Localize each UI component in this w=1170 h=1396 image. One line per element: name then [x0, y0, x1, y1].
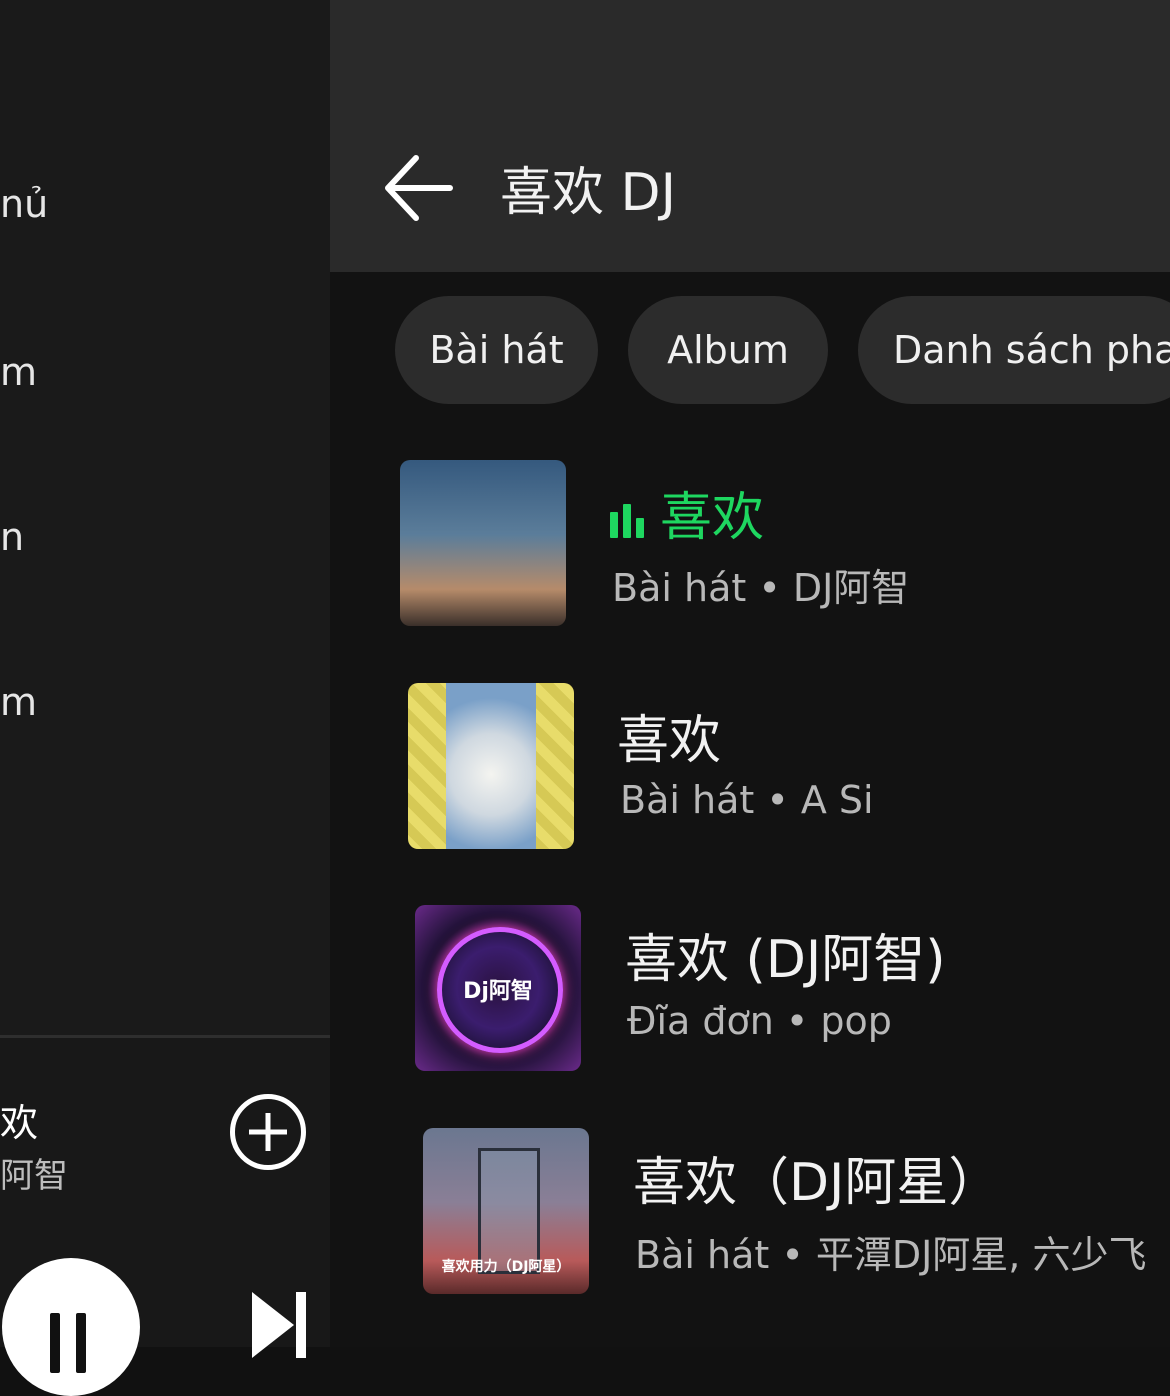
track-title-text: 喜欢 — [660, 488, 765, 548]
track-subtitle: Bài hát • DJ阿智 — [612, 566, 910, 610]
track-title: 喜欢 — [610, 475, 764, 550]
filter-chip-songs[interactable]: Bài hát — [395, 296, 598, 404]
filter-chip-playlists[interactable]: Danh sách pha — [858, 296, 1170, 404]
list-item[interactable]: 喜欢 Bài hát • DJ阿智 — [0, 460, 1170, 640]
track-title: 喜欢 — [617, 711, 722, 771]
sidebar-item-home[interactable]: nủ — [0, 182, 48, 226]
filter-chip-album[interactable]: Album — [628, 296, 828, 404]
page-title: 喜欢 DJ — [500, 163, 676, 223]
header-bar — [330, 0, 1170, 272]
list-item[interactable]: 喜欢用力（DJ阿星） 喜欢（DJ阿星） Bài hát • 平潭DJ阿星, 六少… — [0, 1128, 1170, 1308]
album-cover: Dj阿智 — [415, 905, 581, 1071]
track-subtitle: Đĩa đơn • pop — [627, 999, 892, 1043]
track-subtitle: Bài hát • A Si — [620, 778, 874, 822]
track-title: 喜欢（DJ阿星） — [633, 1153, 1001, 1213]
track-title: 喜欢 (DJ阿智) — [625, 930, 946, 990]
cover-label: 喜欢用力（DJ阿星） — [441, 1259, 571, 1275]
arrow-left-icon[interactable] — [380, 150, 456, 226]
album-cover — [400, 460, 566, 626]
track-subtitle: Bài hát • 平潭DJ阿星, 六少飞 — [635, 1233, 1147, 1277]
sidebar-item-2[interactable]: m — [0, 350, 37, 394]
cover-label: Dj阿智 — [463, 979, 533, 1004]
album-cover: 喜欢用力（DJ阿星） — [423, 1128, 589, 1294]
album-cover — [408, 683, 574, 849]
list-item[interactable]: Dj阿智 喜欢 (DJ阿智) Đĩa đơn • pop — [0, 905, 1170, 1085]
now-playing-icon — [610, 504, 646, 538]
list-item[interactable]: 喜欢 Bài hát • A Si — [0, 683, 1170, 863]
